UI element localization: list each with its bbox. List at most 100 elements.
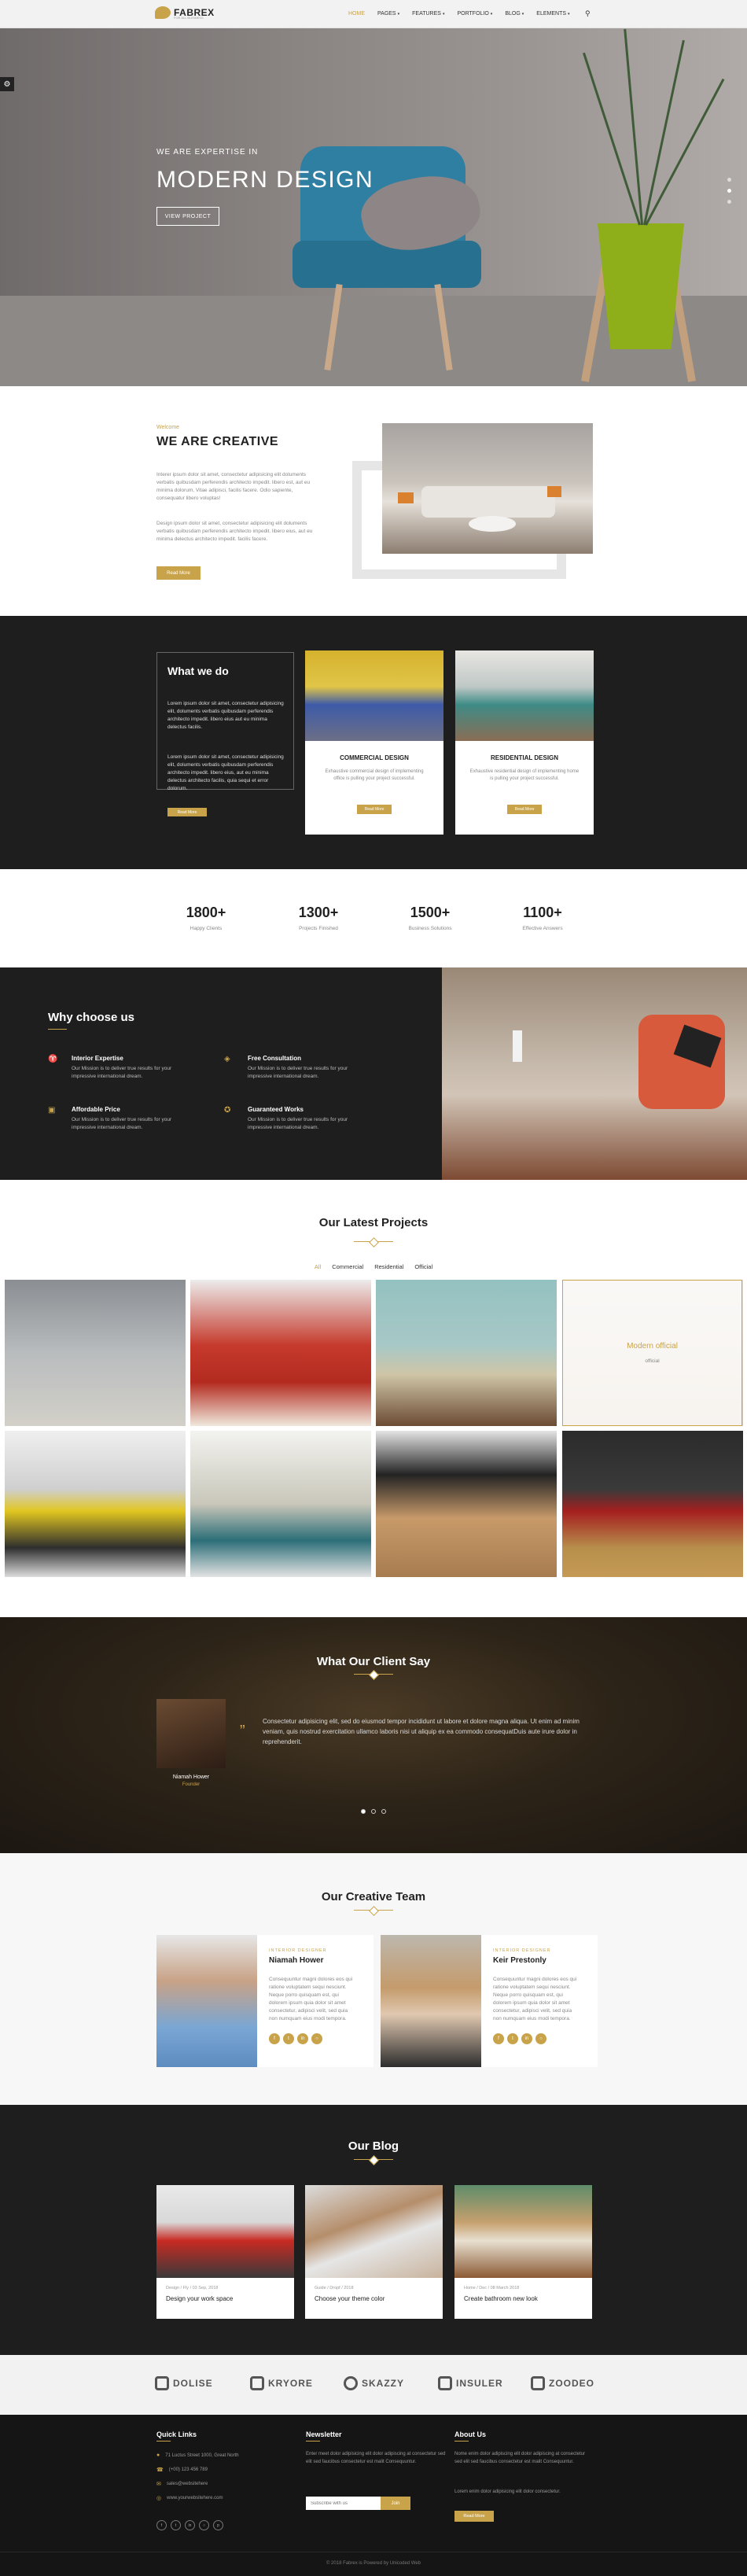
- plant-leaf: [645, 78, 725, 226]
- quote-icon: ”: [240, 1723, 245, 1740]
- slider-dot[interactable]: [727, 178, 731, 182]
- footer-website[interactable]: ◎ www.yourwebsitehere.com: [156, 2495, 223, 2501]
- feature-title: Affordable Price: [72, 1106, 120, 1113]
- project-tile[interactable]: [376, 1431, 557, 1577]
- why-choose-section: [0, 967, 442, 1180]
- copyright: © 2018 Fabrex is Powered by Unicoded Web: [326, 2561, 421, 2566]
- filter-commercial[interactable]: Commercial: [332, 1263, 363, 1270]
- facebook-icon[interactable]: f: [493, 2033, 504, 2044]
- gear-icon[interactable]: ⚙: [0, 77, 14, 91]
- sofa-shape: [421, 486, 555, 518]
- team-member-card: INTERIOR DESIGNER Keir Prestonly Consequ…: [381, 1935, 598, 2067]
- member-photo: [156, 1935, 257, 2067]
- nav-pages[interactable]: PAGES ▾: [377, 11, 399, 17]
- project-tile[interactable]: [190, 1280, 371, 1426]
- brand-logo[interactable]: KRYORE: [250, 2375, 313, 2391]
- counter-value: 1300+: [298, 905, 339, 920]
- project-tile[interactable]: [5, 1280, 186, 1426]
- footer-email[interactable]: ✉ sales@websitehere: [156, 2481, 208, 2487]
- member-role: INTERIOR DESIGNER: [493, 1948, 551, 1953]
- counter-value: 1500+: [410, 905, 451, 920]
- read-more-button[interactable]: Read More: [454, 2511, 494, 2522]
- footer-phone: ☎ (+00) 123 456 789: [156, 2467, 208, 2473]
- counter-solutions: 1500+ Business Solutions: [379, 905, 481, 931]
- pinterest-icon[interactable]: p: [213, 2520, 223, 2530]
- read-more-button[interactable]: Read More: [357, 805, 392, 814]
- counter-projects: 1300+ Projects Finished: [267, 905, 370, 931]
- read-more-button[interactable]: Read More: [156, 566, 201, 580]
- search-icon[interactable]: ⚲: [585, 9, 591, 18]
- brand-logo[interactable]: SKAZZY: [344, 2375, 404, 2391]
- interior-image: [442, 967, 747, 1180]
- nav-features[interactable]: FEATURES ▾: [412, 11, 444, 17]
- nav-portfolio[interactable]: PORTFOLIO ▾: [457, 11, 492, 17]
- newsletter-email-input[interactable]: [306, 2497, 381, 2510]
- nav-home[interactable]: HOME: [348, 11, 365, 17]
- blog-post-card[interactable]: Guide / Dropf / 2018 Choose your theme c…: [305, 2185, 443, 2319]
- project-hover-overlay[interactable]: Modern official official: [562, 1280, 742, 1426]
- twitter-icon[interactable]: t: [171, 2520, 181, 2530]
- chair-seat-image: [293, 241, 481, 288]
- about-text: Lorem enim dolor adipisicing elit dolor …: [454, 2489, 561, 2494]
- blog-title: Our Blog: [348, 2139, 399, 2153]
- linkedin-icon[interactable]: in: [185, 2520, 195, 2530]
- phone-text: (+00) 123 456 789: [168, 2467, 208, 2472]
- facebook-icon[interactable]: f: [269, 2033, 280, 2044]
- team-member-card: INTERIOR DESIGNER Niamah Hower Consequun…: [156, 1935, 374, 2067]
- slider-dot[interactable]: [727, 200, 731, 204]
- brand-mark-icon: [155, 2376, 169, 2390]
- plant-pot-image: [598, 223, 684, 349]
- logo-tagline: FOR ALL BUSINESS: [174, 16, 204, 20]
- title-underline: [48, 1029, 67, 1030]
- twitter-icon[interactable]: t: [283, 2033, 294, 2044]
- nav-elements[interactable]: ELEMENTS ▾: [536, 11, 569, 17]
- filter-all[interactable]: All: [315, 1263, 321, 1270]
- brand-name: SKAZZY: [362, 2378, 404, 2389]
- project-overlay-tag: official: [645, 1358, 660, 1364]
- title-ornament: [354, 2159, 393, 2160]
- project-tile[interactable]: [5, 1431, 186, 1577]
- globe-icon[interactable]: ○: [199, 2520, 209, 2530]
- what-we-do-title: What we do: [167, 665, 229, 677]
- nav-portfolio-label: PORTFOLIO: [457, 11, 489, 17]
- brand-logo[interactable]: DOLISE: [155, 2375, 213, 2391]
- service-card-commercial: COMMERCIAL DESIGN Exhaustive commercial …: [305, 650, 443, 835]
- mail-icon: ✉: [156, 2482, 161, 2487]
- newsletter-join-button[interactable]: Join: [381, 2497, 410, 2510]
- globe-icon[interactable]: ○: [311, 2033, 322, 2044]
- globe-icon[interactable]: ○: [535, 2033, 546, 2044]
- member-photo: [381, 1935, 481, 2067]
- blog-post-card[interactable]: Design / Fly / 03 Sep, 2018 Design your …: [156, 2185, 294, 2319]
- filter-residential[interactable]: Residential: [374, 1263, 403, 1270]
- carousel-dot[interactable]: [371, 1809, 376, 1814]
- carousel-dot[interactable]: [381, 1809, 386, 1814]
- nav-blog[interactable]: BLOG ▾: [505, 11, 524, 17]
- brand-logo[interactable]: INSULER: [438, 2375, 503, 2391]
- view-project-button[interactable]: VIEW PROJECT: [156, 207, 219, 226]
- slider-dot-active[interactable]: [727, 189, 731, 193]
- project-tile[interactable]: [376, 1280, 557, 1426]
- read-more-button[interactable]: Read More: [167, 808, 207, 816]
- footer-social: f t in ○ p: [156, 2520, 223, 2530]
- linkedin-icon[interactable]: in: [521, 2033, 532, 2044]
- globe-icon: ◎: [156, 2496, 162, 2501]
- twitter-icon[interactable]: t: [507, 2033, 518, 2044]
- post-meta: Home / Dec / 08 March 2018: [464, 2286, 520, 2290]
- project-tile[interactable]: [190, 1431, 371, 1577]
- project-tile[interactable]: [562, 1431, 743, 1577]
- filter-official[interactable]: Official: [414, 1263, 432, 1270]
- email-text: sales@websitehere: [166, 2482, 208, 2486]
- post-title: Create bathroom new look: [464, 2295, 538, 2302]
- chevron-down-icon: ▾: [490, 11, 493, 17]
- post-image: [305, 2185, 443, 2278]
- brand-mark-icon: [531, 2376, 545, 2390]
- brand-logo[interactable]: ZOODEO: [531, 2375, 594, 2391]
- carousel-dot-active[interactable]: [361, 1809, 366, 1814]
- read-more-button[interactable]: Read More: [507, 805, 542, 814]
- facebook-icon[interactable]: f: [156, 2520, 167, 2530]
- blog-post-card[interactable]: Home / Dec / 08 March 2018 Create bathro…: [454, 2185, 592, 2319]
- logo[interactable]: FABREX FOR ALL BUSINESS: [155, 6, 215, 20]
- linkedin-icon[interactable]: in: [297, 2033, 308, 2044]
- site-header: FABREX FOR ALL BUSINESS HOME PAGES ▾ FEAT…: [0, 0, 747, 28]
- counter-label: Business Solutions: [408, 926, 452, 931]
